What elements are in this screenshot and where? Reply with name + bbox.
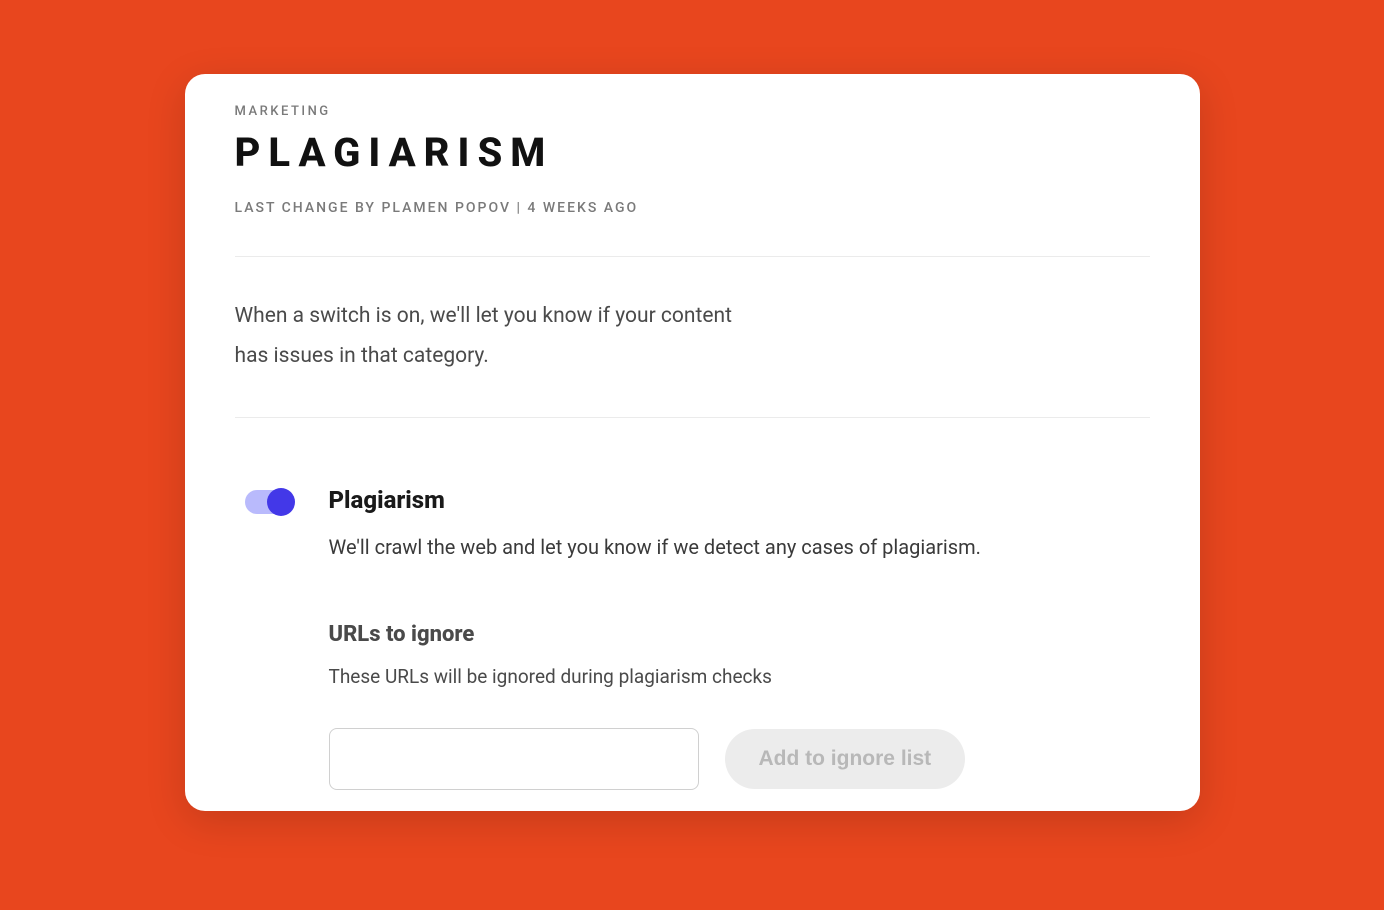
urls-ignore-title: URLs to ignore [329,622,1150,647]
setting-description: We'll crawl the web and let you know if … [329,532,1150,562]
page-title: PLAGIARISM [235,129,1150,176]
intro-description: When a switch is on, we'll let you know … [235,257,755,417]
last-change-meta: LAST CHANGE BY PLAMEN POPOV | 4 WEEKS AG… [235,200,1150,216]
url-input[interactable] [329,728,699,790]
add-to-ignore-button[interactable]: Add to ignore list [725,729,966,789]
setting-content: Plagiarism We'll crawl the web and let y… [329,486,1150,790]
breadcrumb: MARKETING [235,104,1150,119]
toggle-knob [267,488,295,516]
plagiarism-setting: Plagiarism We'll crawl the web and let y… [235,418,1150,790]
setting-title: Plagiarism [329,486,1150,514]
plagiarism-toggle[interactable] [245,490,293,514]
url-input-row: Add to ignore list [329,728,1150,790]
settings-card: MARKETING PLAGIARISM LAST CHANGE BY PLAM… [185,74,1200,811]
urls-ignore-description: These URLs will be ignored during plagia… [329,665,1150,688]
